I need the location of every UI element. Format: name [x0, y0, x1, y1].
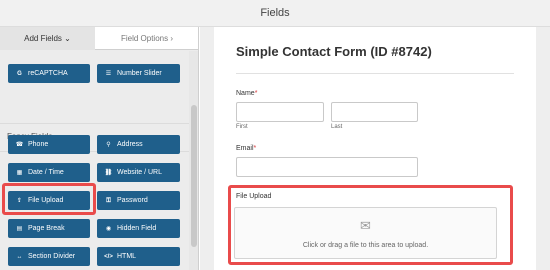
field-button-hidden-field[interactable]: ◉ Hidden Field [97, 219, 180, 238]
field-button-label: reCAPTCHA [28, 70, 68, 77]
name-label-text: Name [236, 90, 255, 97]
field-button-website-url[interactable]: ⛓ Website / URL [97, 163, 180, 182]
required-marker: * [253, 145, 257, 152]
email-label-text: Email [236, 145, 254, 152]
sidebar-tabs: Add Fields ⌄ Field Options › [0, 27, 198, 50]
field-button-label: Date / Time [28, 169, 64, 176]
field-button-label: Website / URL [117, 169, 162, 176]
field-button-html[interactable]: </> HTML [97, 247, 180, 266]
field-button-label: Password [117, 197, 148, 204]
field-button-recaptcha[interactable]: GreCAPTCHA [8, 64, 90, 83]
file-upload-field-highlight [228, 185, 513, 265]
field-button-password[interactable]: ⚿ Password [97, 191, 180, 210]
field-button-label: Hidden Field [117, 225, 157, 232]
field-button-address[interactable]: ⚲ Address [97, 135, 180, 154]
title-divider [236, 73, 514, 74]
field-button-phone[interactable]: ☎ Phone [8, 135, 90, 154]
tab-field-options-label: Field Options [120, 34, 169, 43]
map-marker-icon: ⚲ [106, 142, 111, 148]
field-button-label: Section Divider [28, 253, 76, 260]
required-marker: * [254, 90, 258, 97]
field-button-label: Number Slider [117, 70, 162, 77]
link-icon: ⛓ [104, 170, 113, 176]
first-name-input[interactable] [236, 102, 324, 122]
tab-add-fields[interactable]: Add Fields ⌄ [0, 27, 95, 50]
last-sublabel: Last [331, 124, 343, 130]
field-button-label: Phone [28, 141, 49, 148]
code-icon: </> [104, 254, 113, 260]
topbar-title: Fields [260, 7, 290, 19]
field-button-page-break[interactable]: ▤ Page Break [8, 219, 90, 238]
field-button-label: Page Break [28, 225, 65, 232]
file-upload-button-highlight [2, 183, 96, 215]
calendar-icon: ▦ [16, 170, 23, 176]
field-button-number-slider[interactable]: ☰ Number Slider [97, 64, 180, 83]
last-name-input[interactable] [331, 102, 418, 122]
form-title: Simple Contact Form (ID #8742) [236, 44, 432, 59]
google-icon: G [17, 71, 22, 77]
page-break-icon: ▤ [16, 226, 23, 232]
email-input[interactable] [236, 157, 418, 177]
fields-sidebar: Add Fields ⌄ Field Options › GreCAPTCHA … [0, 27, 199, 270]
field-button-label: HTML [117, 253, 137, 260]
arrows-horizontal-icon: ↔ [16, 254, 23, 260]
tab-add-fields-label: Add Fields [24, 34, 62, 43]
field-button-date-time[interactable]: ▦ Date / Time [8, 163, 90, 182]
name-field-label: Name* [236, 90, 257, 97]
form-preview-area: Simple Contact Form (ID #8742) Name* Fir… [200, 27, 550, 270]
sidebar-scrollbar-thumb[interactable] [191, 105, 197, 247]
phone-icon: ☎ [15, 142, 24, 148]
field-button-label: Address [117, 141, 143, 148]
email-field-label: Email* [236, 145, 256, 152]
slider-icon: ☰ [105, 71, 112, 77]
chevron-right-icon: › [170, 34, 174, 43]
chevron-down-icon: ⌄ [64, 34, 71, 43]
eye-slash-icon: ◉ [105, 226, 112, 232]
lock-icon: ⚿ [106, 198, 111, 204]
tab-field-options[interactable]: Field Options › [95, 27, 198, 50]
builder-topbar: Fields [0, 0, 550, 27]
first-sublabel: First [236, 124, 248, 130]
field-button-section-divider[interactable]: ↔ Section Divider [8, 247, 90, 266]
